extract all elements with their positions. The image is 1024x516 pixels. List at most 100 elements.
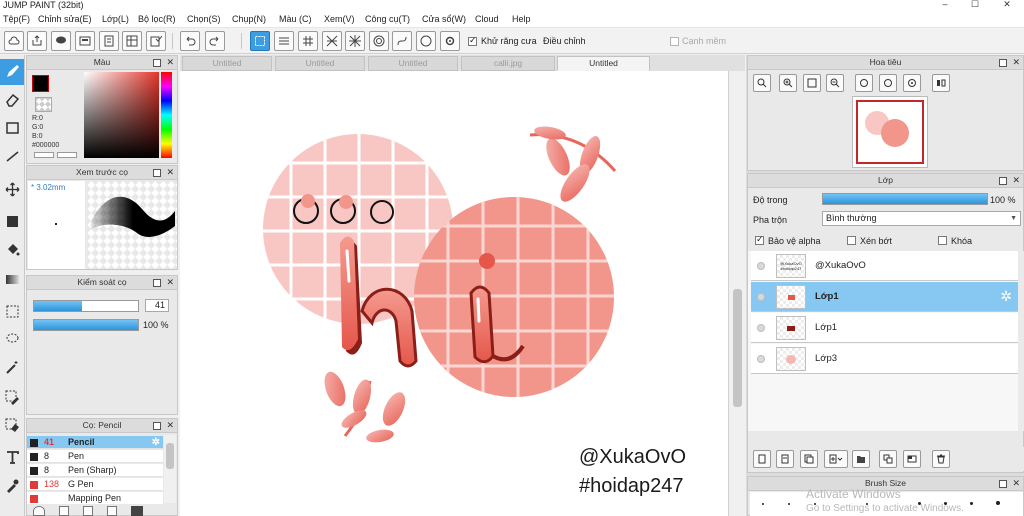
menu-filter[interactable]: Bộ lọc(R) xyxy=(138,11,176,28)
concentric-button[interactable] xyxy=(369,31,389,51)
line-tool[interactable] xyxy=(0,143,24,169)
brush-settings-icon[interactable] xyxy=(33,506,45,516)
float-icon[interactable] xyxy=(153,169,161,177)
flip-button[interactable] xyxy=(932,74,950,92)
delete-layer-button[interactable] xyxy=(932,450,950,468)
brush-item-g-pen[interactable]: 138 G Pen xyxy=(27,478,163,491)
menu-edit[interactable]: Chỉnh sửa(E) xyxy=(38,11,92,28)
text-tool[interactable] xyxy=(0,445,24,471)
menu-cloud[interactable]: Cloud xyxy=(475,11,499,28)
fit-window-button[interactable] xyxy=(803,74,821,92)
layers-button[interactable] xyxy=(99,31,119,51)
menu-select[interactable]: Chọn(S) xyxy=(187,11,221,28)
new-layer-button[interactable] xyxy=(753,450,771,468)
zoom-fit-button[interactable] xyxy=(753,74,771,92)
rectangle-tool[interactable] xyxy=(0,115,24,141)
antialias-checkbox[interactable] xyxy=(468,35,477,46)
duplicate-layer-button[interactable] xyxy=(800,450,818,468)
lock-checkbox[interactable] xyxy=(938,236,947,245)
brush-item-pen[interactable]: 8 Pen xyxy=(27,450,163,463)
close-icon[interactable]: ✕ xyxy=(166,57,174,67)
drawing-canvas[interactable]: @XukaOvO #hoidap247 xyxy=(180,71,728,516)
folder-icon[interactable] xyxy=(131,506,143,516)
move-tool[interactable] xyxy=(0,177,24,203)
gear-icon[interactable]: ✲ xyxy=(152,436,160,449)
redo-button[interactable] xyxy=(205,31,225,51)
menu-window[interactable]: Cửa sổ(W) xyxy=(422,11,466,28)
close-icon[interactable]: ✕ xyxy=(166,420,174,430)
lasso-tool[interactable] xyxy=(0,327,24,353)
visibility-toggle-icon[interactable] xyxy=(757,355,765,363)
bucket-tool[interactable] xyxy=(0,237,24,263)
float-icon[interactable] xyxy=(999,59,1007,67)
grid-button[interactable] xyxy=(298,31,318,51)
grid-doc-button[interactable] xyxy=(122,31,142,51)
menu-capture[interactable]: Chụp(N) xyxy=(232,11,266,28)
blend-mode-select[interactable]: Bình thường ▼ xyxy=(822,211,1021,226)
brush-preset-dot[interactable] xyxy=(762,503,764,505)
layer-row[interactable]: Lớp3 xyxy=(751,344,1019,374)
select-pen-tool[interactable] xyxy=(0,385,24,411)
brush-opacity-slider[interactable] xyxy=(33,319,139,331)
rotate-left-button[interactable] xyxy=(855,74,873,92)
saturation-value-picker[interactable] xyxy=(84,72,159,158)
close-icon[interactable]: ✕ xyxy=(1012,57,1020,67)
brush-item-pen-sharp[interactable]: 8 Pen (Sharp) xyxy=(27,464,163,477)
hue-slider[interactable] xyxy=(161,72,172,158)
gradient-tool[interactable] xyxy=(0,267,24,293)
tab-calli[interactable]: calli.jpg xyxy=(461,56,555,71)
menu-view[interactable]: Xem(V) xyxy=(324,11,355,28)
soft-edge-checkbox[interactable] xyxy=(670,37,679,46)
cloud-button[interactable] xyxy=(4,31,24,51)
merge-down-button[interactable] xyxy=(879,450,897,468)
layer-settings-button[interactable] xyxy=(903,450,921,468)
radial-button[interactable] xyxy=(345,31,365,51)
scrollbar-thumb[interactable] xyxy=(733,289,742,407)
float-icon[interactable] xyxy=(999,177,1007,185)
background-color-swatch[interactable] xyxy=(35,97,52,112)
hatch-button[interactable] xyxy=(274,31,294,51)
zoom-in-button[interactable] xyxy=(779,74,797,92)
protect-alpha-checkbox[interactable] xyxy=(755,234,764,245)
close-button[interactable]: ✕ xyxy=(992,0,1022,11)
menu-tools[interactable]: Công cụ(T) xyxy=(365,11,410,28)
menu-layer[interactable]: Lớp(L) xyxy=(102,11,129,28)
eyedropper-tool[interactable] xyxy=(0,473,24,499)
brush-preset-dot[interactable] xyxy=(970,502,973,505)
select-eraser-tool[interactable] xyxy=(0,413,24,439)
layer-opacity-slider[interactable] xyxy=(822,193,988,205)
visibility-toggle-icon[interactable] xyxy=(757,262,765,270)
add-layer-menu-button[interactable] xyxy=(824,450,848,468)
canvas-vertical-scrollbar[interactable] xyxy=(728,71,745,516)
zoom-out-button[interactable] xyxy=(826,74,844,92)
float-icon[interactable] xyxy=(153,279,161,287)
visibility-toggle-icon[interactable] xyxy=(757,293,765,301)
layer-row[interactable]: Lớp1 xyxy=(751,313,1019,343)
rotate-right-button[interactable] xyxy=(879,74,897,92)
circle-button[interactable] xyxy=(416,31,436,51)
color-mode-button-1[interactable] xyxy=(34,152,54,158)
maximize-button[interactable]: ☐ xyxy=(960,0,990,11)
checklist-button[interactable] xyxy=(146,31,166,51)
select-rect-button[interactable] xyxy=(250,31,270,51)
close-icon[interactable]: ✕ xyxy=(1012,478,1020,488)
perspective-button[interactable] xyxy=(322,31,342,51)
new-brush-icon[interactable] xyxy=(59,506,69,516)
close-icon[interactable]: ✕ xyxy=(1012,175,1020,185)
brush-preset-dot[interactable] xyxy=(788,503,790,505)
layer-row[interactable]: @XukaOvO #hoidap247 @XukaOvO xyxy=(751,251,1019,281)
settings-button[interactable] xyxy=(440,31,460,51)
menu-file[interactable]: Tệp(F) xyxy=(3,11,30,28)
tab-untitled-3[interactable]: Untitled xyxy=(368,56,458,71)
brush-item-pencil[interactable]: 41 Pencil ✲ xyxy=(27,436,163,449)
layer-row[interactable]: Lớp1 ✲ xyxy=(751,282,1019,312)
brush-size-input[interactable]: 41 xyxy=(145,299,169,312)
undo-button[interactable] xyxy=(180,31,200,51)
float-icon[interactable] xyxy=(153,422,161,430)
navigator-preview[interactable] xyxy=(852,96,928,168)
gear-icon[interactable]: ✲ xyxy=(1000,289,1012,303)
brush-list-scrollbar[interactable] xyxy=(164,435,176,503)
menu-help[interactable]: Help xyxy=(512,11,531,28)
export-button[interactable] xyxy=(27,31,47,51)
copy-brush-icon[interactable] xyxy=(83,506,93,516)
